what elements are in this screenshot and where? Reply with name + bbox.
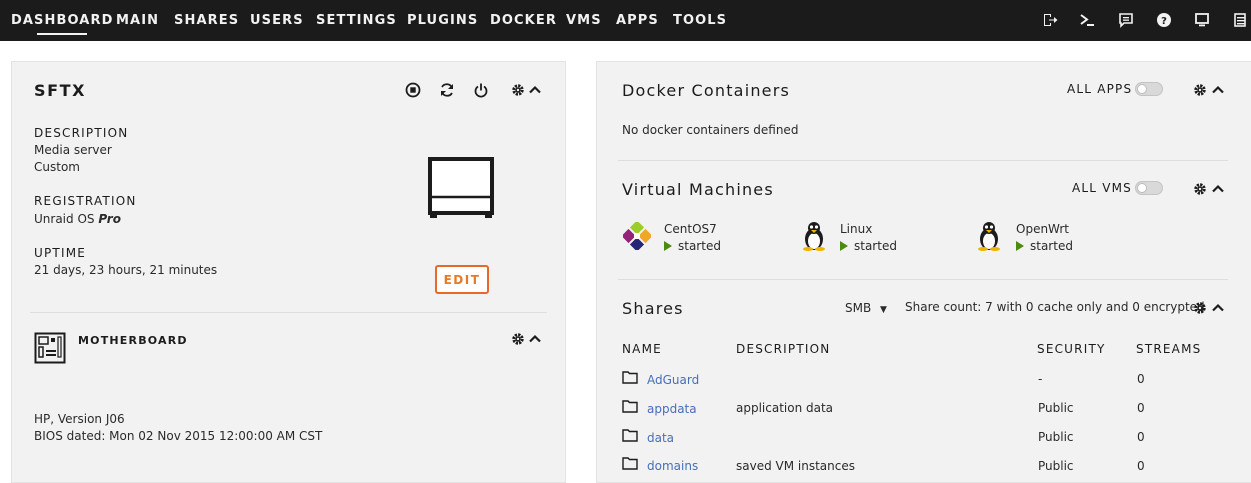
folder-icon <box>622 370 638 384</box>
vm-name[interactable]: Linux <box>840 222 872 236</box>
motherboard-icon <box>34 332 66 364</box>
tab-vms[interactable]: VMS <box>566 13 602 28</box>
share-security: - <box>1038 372 1043 386</box>
server-name: SFTX <box>34 81 87 100</box>
tab-shares[interactable]: SHARES <box>174 13 239 28</box>
svg-text:?: ? <box>1161 16 1167 27</box>
motherboard-model: HP, Version J06 <box>34 412 125 426</box>
share-streams: 0 <box>1137 372 1145 386</box>
logout-icon[interactable] <box>1042 12 1058 28</box>
terminal-icon[interactable] <box>1079 12 1095 28</box>
vm-status: started <box>664 239 721 253</box>
tab-dashboard[interactable]: DASHBOARD <box>11 13 113 35</box>
vm-status: started <box>1016 239 1073 253</box>
share-name-link[interactable]: appdata <box>647 402 697 416</box>
top-navigation: DASHBOARD MAIN SHARES USERS SETTINGS PLU… <box>0 0 1251 41</box>
share-streams: 0 <box>1137 401 1145 415</box>
tab-users[interactable]: USERS <box>250 13 304 28</box>
power-icon[interactable] <box>473 82 489 98</box>
gear-icon[interactable] <box>510 82 526 98</box>
chevron-up-icon[interactable] <box>1210 181 1226 197</box>
monitor-icon[interactable] <box>1194 12 1210 28</box>
tab-apps[interactable]: APPS <box>616 13 659 28</box>
share-description: application data <box>736 401 834 415</box>
uptime-label: UPTIME <box>34 246 87 260</box>
tab-tools[interactable]: TOOLS <box>673 13 727 28</box>
share-security: Public <box>1038 430 1074 444</box>
tab-docker[interactable]: DOCKER <box>490 13 557 28</box>
reboot-icon[interactable] <box>439 82 455 98</box>
uptime-value: 21 days, 23 hours, 21 minutes <box>34 263 218 277</box>
all-apps-label: ALL APPS <box>1067 82 1133 96</box>
centos-icon[interactable] <box>621 220 653 252</box>
edit-button[interactable]: EDIT <box>435 265 489 294</box>
folder-icon <box>622 456 638 470</box>
share-security: Public <box>1038 459 1074 473</box>
shares-title: Shares <box>622 299 684 318</box>
column-header-name: NAME <box>622 342 662 356</box>
vm-name[interactable]: OpenWrt <box>1016 222 1069 236</box>
share-security: Public <box>1038 401 1074 415</box>
share-streams: 0 <box>1137 430 1145 444</box>
all-vms-label: ALL VMS <box>1072 181 1132 195</box>
help-icon[interactable]: ? <box>1156 12 1172 28</box>
chevron-up-icon[interactable] <box>1210 300 1226 316</box>
gear-icon[interactable] <box>1192 300 1208 316</box>
log-icon[interactable] <box>1233 12 1249 28</box>
registration-prefix: Unraid OS <box>34 212 95 226</box>
divider <box>30 312 547 313</box>
divider <box>618 279 1228 280</box>
chevron-up-icon[interactable] <box>1210 82 1226 98</box>
all-apps-toggle[interactable] <box>1135 82 1163 96</box>
docker-empty-text: No docker containers defined <box>622 123 799 137</box>
protocol-select[interactable]: SMB ▼ <box>845 301 887 315</box>
column-header-description: DESCRIPTION <box>736 342 831 356</box>
protocol-value: SMB <box>845 301 872 315</box>
tab-main[interactable]: MAIN <box>116 13 159 28</box>
column-header-streams: STREAMS <box>1136 342 1202 356</box>
vm-name[interactable]: CentOS7 <box>664 222 717 236</box>
description-line-1: Media server <box>34 143 112 157</box>
stop-array-icon[interactable] <box>405 82 421 98</box>
share-streams: 0 <box>1137 459 1145 473</box>
gear-icon[interactable] <box>1192 82 1208 98</box>
feedback-icon[interactable] <box>1118 12 1134 28</box>
gear-icon[interactable] <box>1192 181 1208 197</box>
tux-icon[interactable] <box>800 221 828 251</box>
tab-plugins[interactable]: PLUGINS <box>407 13 478 28</box>
chevron-up-icon[interactable] <box>527 331 543 347</box>
share-name-link[interactable]: data <box>647 431 674 445</box>
server-case-icon <box>427 157 495 219</box>
gear-icon[interactable] <box>510 331 526 347</box>
share-name-link[interactable]: AdGuard <box>647 373 699 387</box>
share-description: saved VM instances <box>736 459 855 473</box>
divider <box>618 160 1228 161</box>
tux-icon[interactable] <box>975 221 1003 251</box>
dashboard-right-panel: Docker Containers ALL APPS No docker con… <box>596 61 1251 483</box>
column-header-security: SECURITY <box>1037 342 1106 356</box>
vms-title: Virtual Machines <box>622 180 774 199</box>
description-line-2: Custom <box>34 160 80 174</box>
registration-value: Unraid OS Pro <box>34 212 121 226</box>
motherboard-title: MOTHERBOARD <box>78 334 188 347</box>
registration-label: REGISTRATION <box>34 194 137 208</box>
chevron-up-icon[interactable] <box>527 82 543 98</box>
all-vms-toggle[interactable] <box>1135 181 1163 195</box>
bios-date: BIOS dated: Mon 02 Nov 2015 12:00:00 AM … <box>34 429 323 443</box>
tab-settings[interactable]: SETTINGS <box>316 13 397 28</box>
folder-icon <box>622 428 638 442</box>
folder-icon <box>622 399 638 413</box>
description-label: DESCRIPTION <box>34 126 129 140</box>
share-name-link[interactable]: domains <box>647 459 698 473</box>
share-count: Share count: 7 with 0 cache only and 0 e… <box>905 300 1205 314</box>
registration-level: Pro <box>98 212 121 226</box>
docker-title: Docker Containers <box>622 81 791 100</box>
server-panel: SFTX DESCRIPTION Media server Custom REG… <box>11 61 566 483</box>
caret-down-icon: ▼ <box>880 305 887 315</box>
vm-status: started <box>840 239 897 253</box>
